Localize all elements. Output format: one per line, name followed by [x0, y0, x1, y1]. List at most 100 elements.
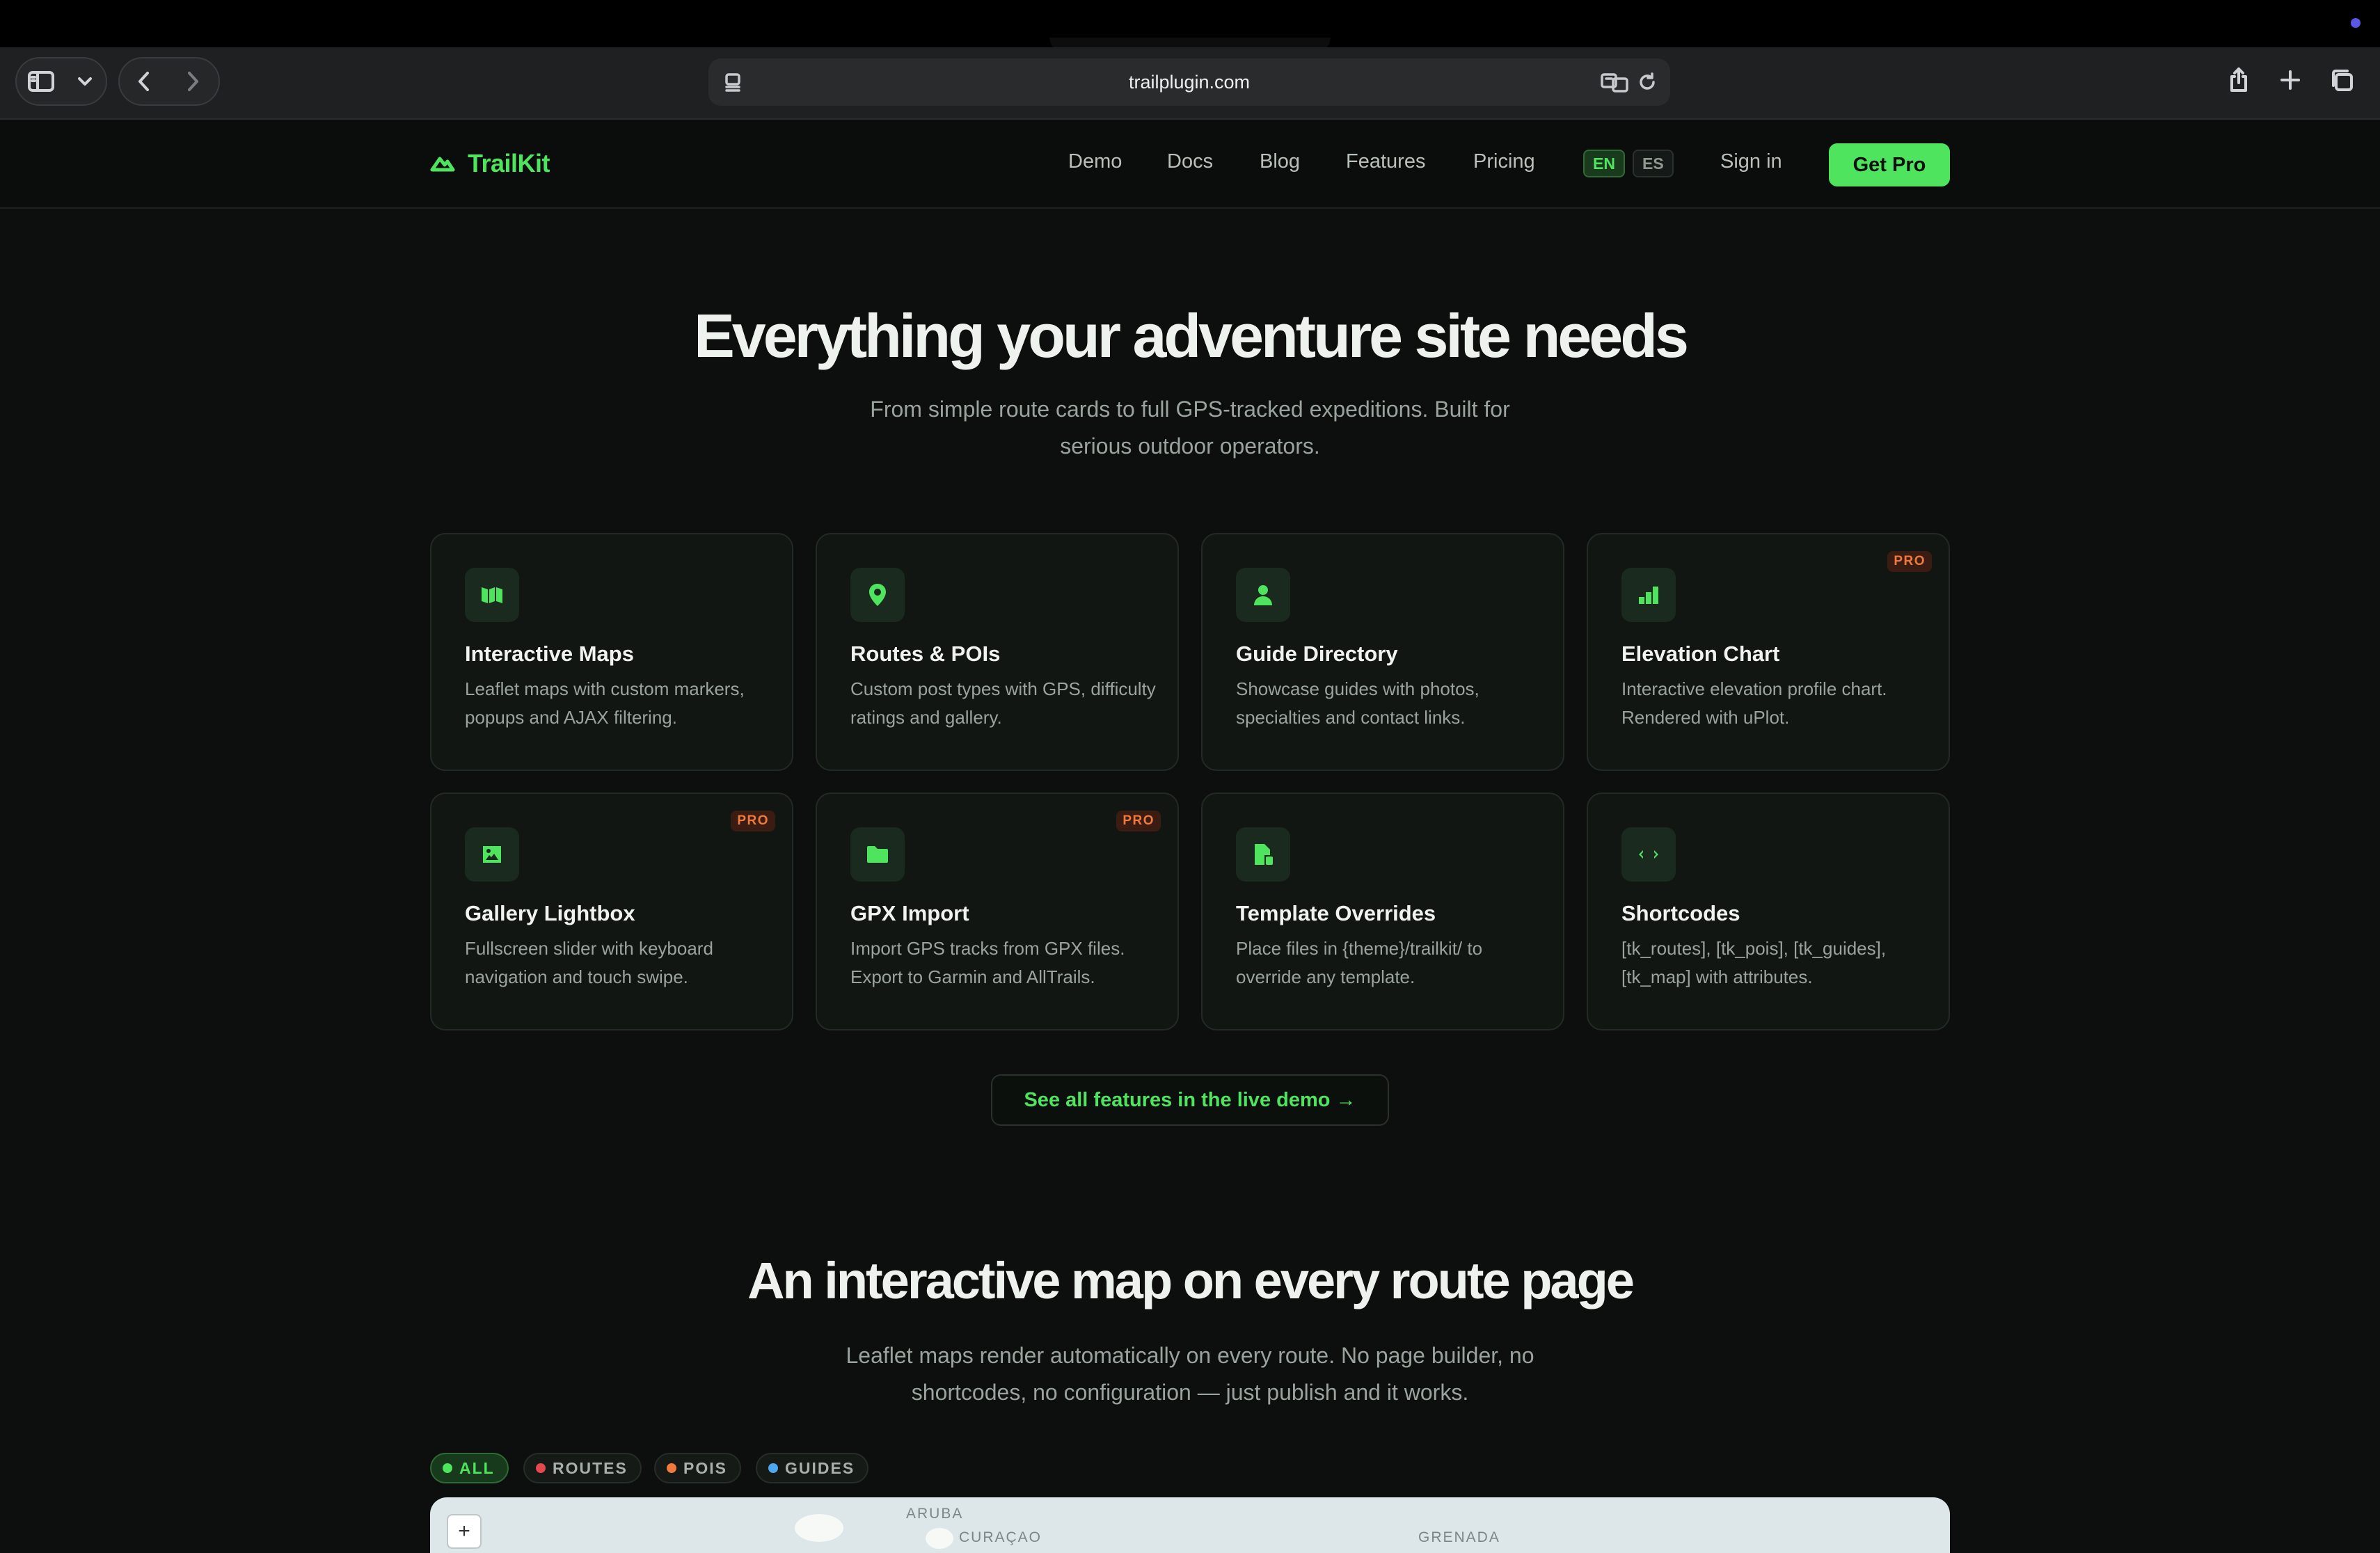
mountain-logo-icon — [430, 157, 455, 172]
forward-button[interactable] — [168, 58, 217, 104]
features-subtitle-line-1: From simple route cards to full GPS-trac… — [870, 397, 1510, 422]
feature-title: Guide Directory — [1236, 642, 1398, 666]
map-subtitle-line-2: shortcodes, no configuration — just publ… — [911, 1380, 1469, 1405]
feature-title: Interactive Maps — [465, 642, 634, 666]
feature-card-guide-directory: Guide Directory Showcase guides with pho… — [1201, 533, 1564, 771]
os-menu-bar — [0, 0, 2380, 51]
sidebar-toggle-group — [15, 57, 107, 106]
features-heading: Everything your adventure site needs — [694, 301, 1689, 370]
lang-en-button[interactable]: EN — [1583, 150, 1625, 177]
sign-in-link[interactable]: Sign in — [1720, 150, 1782, 173]
filter-dot — [536, 1463, 546, 1473]
feature-title: GPX Import — [850, 901, 969, 925]
zoom-in-button[interactable]: + — [447, 1514, 482, 1549]
chevron-down-icon — [78, 77, 92, 86]
features-subtitle: From simple route cards to full GPS-trac… — [842, 391, 1538, 465]
new-tab-button[interactable] — [2266, 57, 2315, 103]
get-pro-button[interactable]: Get Pro — [1829, 143, 1950, 186]
sidebar-icon — [28, 71, 54, 92]
reload-icon[interactable] — [1637, 72, 1658, 93]
browser-toolbar: trailplugin.com — [0, 47, 2380, 120]
toolbar-actions — [2214, 57, 2366, 106]
back-button[interactable] — [120, 58, 168, 104]
address-bar[interactable]: trailplugin.com — [708, 58, 1670, 106]
features-subtitle-line-2: serious outdoor operators. — [1060, 433, 1320, 459]
feature-description: Interactive elevation profile chart. Ren… — [1621, 678, 1887, 728]
live-demo-button[interactable]: See all features in the live demo → — [991, 1074, 1389, 1126]
feature-card-gallery-lightbox: PRO Gallery Lightbox Fullscreen slider w… — [430, 793, 793, 1030]
map-label-grenada: GRENADA — [1418, 1529, 1500, 1545]
brand-logo-link[interactable]: TrailKit — [430, 149, 550, 178]
filter-chip-guides[interactable]: GUIDES — [756, 1453, 869, 1483]
plus-icon — [2280, 70, 2300, 90]
filter-chip-routes[interactable]: ROUTES — [523, 1453, 642, 1483]
feature-description: [tk_routes], [tk_pois], [tk_guides], [tk… — [1621, 938, 1887, 987]
filter-dot — [443, 1463, 452, 1473]
filter-chip-all[interactable]: ALL — [430, 1453, 509, 1483]
chevron-right-icon — [188, 72, 198, 91]
folder-icon — [850, 827, 905, 882]
location-pin-icon — [850, 568, 905, 622]
brand-name: TrailKit — [468, 149, 550, 177]
feature-card-routes-pois: Routes & POIs Custom post types with GPS… — [816, 533, 1179, 771]
pro-badge: PRO — [731, 811, 775, 831]
feature-card-gpx-import: PRO GPX Import Import GPS tracks from GP… — [816, 793, 1179, 1030]
filter-label: ALL — [459, 1458, 495, 1477]
file-icon — [1236, 827, 1290, 882]
feature-title: Shortcodes — [1621, 901, 1740, 925]
pro-badge: PRO — [1116, 811, 1161, 831]
map-icon — [465, 568, 519, 622]
map-island — [795, 1514, 843, 1542]
feature-description: Custom post types with GPS, difficulty r… — [850, 678, 1156, 728]
feature-description: Leaflet maps with custom markers, popups… — [465, 678, 745, 728]
history-nav-group — [118, 57, 220, 106]
feature-title: Gallery Lightbox — [465, 901, 635, 925]
map-island — [926, 1528, 953, 1549]
nav-link-features[interactable]: Features — [1346, 150, 1425, 173]
tab-overview-button[interactable] — [2317, 57, 2366, 103]
image-icon — [465, 827, 519, 882]
feature-title: Elevation Chart — [1621, 642, 1780, 666]
code-icon — [1621, 827, 1676, 882]
map-label-aruba: ARUBA — [906, 1506, 964, 1522]
feature-description: Import GPS tracks from GPX files. Export… — [850, 938, 1125, 987]
feature-description: Showcase guides with photos, specialties… — [1236, 678, 1479, 728]
recording-indicator — [2351, 18, 2361, 28]
page-menu-icon[interactable] — [722, 72, 743, 93]
nav-link-pricing[interactable]: Pricing — [1473, 150, 1535, 173]
interactive-map[interactable]: + ARUBA CURAÇAO GRENADA — [430, 1497, 1950, 1553]
translate-icon[interactable] — [1601, 72, 1628, 93]
tabs-overview-icon — [2332, 70, 2353, 91]
filter-dot — [768, 1463, 778, 1473]
feature-title: Template Overrides — [1236, 901, 1436, 925]
pro-badge: PRO — [1887, 551, 1932, 572]
map-section-heading: An interactive map on every route page — [747, 1252, 1635, 1309]
nav-link-demo[interactable]: Demo — [1068, 150, 1122, 173]
share-icon — [2230, 67, 2247, 92]
feature-title: Routes & POIs — [850, 642, 1001, 666]
chevron-left-icon — [138, 72, 149, 91]
person-icon — [1236, 568, 1290, 622]
sidebar-toggle-button[interactable] — [17, 58, 65, 104]
feature-card-template-overrides: Template Overrides Place files in {theme… — [1201, 793, 1564, 1030]
feature-card-shortcodes: Shortcodes [tk_routes], [tk_pois], [tk_g… — [1587, 793, 1950, 1030]
feature-description: Place files in {theme}/trailkit/ to over… — [1236, 938, 1483, 987]
filter-label: POIS — [683, 1458, 727, 1477]
url-text: trailplugin.com — [1128, 71, 1251, 93]
share-button[interactable] — [2214, 57, 2263, 103]
map-section-subtitle: Leaflet maps render automatically on eve… — [807, 1337, 1573, 1411]
map-label-curacao: CURAÇAO — [959, 1529, 1042, 1545]
lang-es-button[interactable]: ES — [1633, 150, 1674, 177]
feature-card-interactive-maps: Interactive Maps Leaflet maps with custo… — [430, 533, 793, 771]
filter-dot — [667, 1463, 676, 1473]
filter-label: ROUTES — [553, 1458, 628, 1477]
tab-groups-dropdown[interactable] — [65, 58, 104, 104]
filter-label: GUIDES — [785, 1458, 855, 1477]
site-header: TrailKit Demo Docs Blog Features Pricing… — [0, 120, 2380, 209]
feature-card-elevation-chart: PRO Elevation Chart Interactive elevatio… — [1587, 533, 1950, 771]
nav-link-blog[interactable]: Blog — [1260, 150, 1300, 173]
filter-chip-pois[interactable]: POIS — [654, 1453, 741, 1483]
map-subtitle-line-1: Leaflet maps render automatically on eve… — [846, 1343, 1534, 1368]
nav-link-docs[interactable]: Docs — [1167, 150, 1213, 173]
bar-chart-icon — [1621, 568, 1676, 622]
